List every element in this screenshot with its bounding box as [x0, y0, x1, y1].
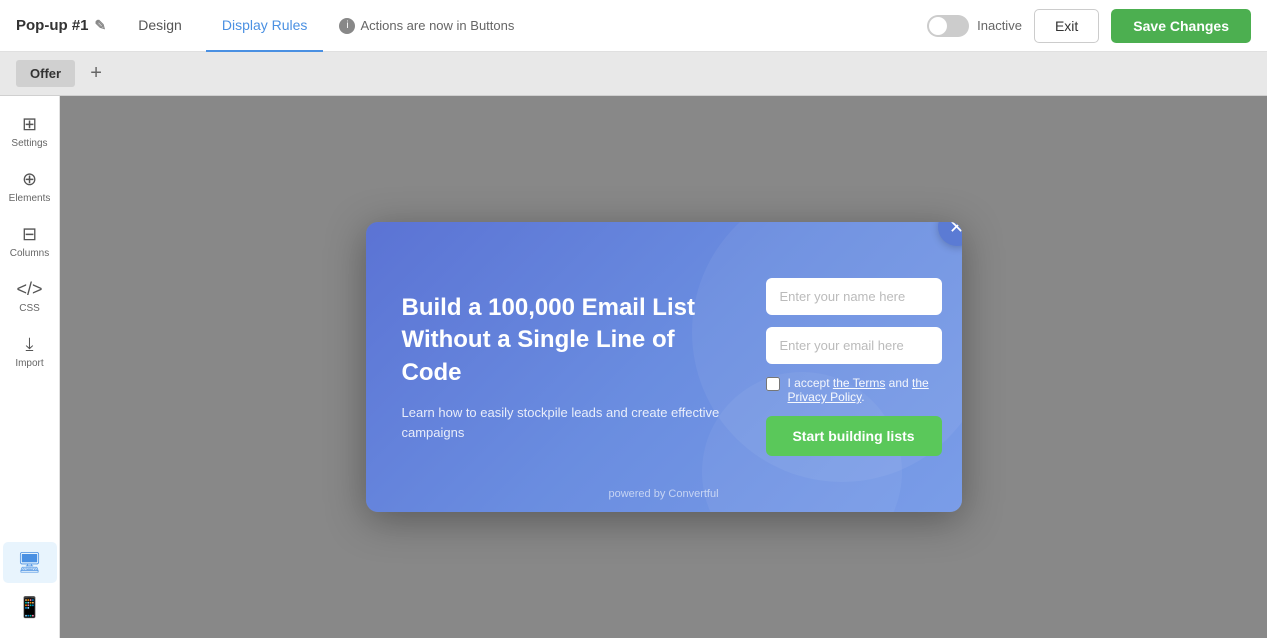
save-button[interactable]: Save Changes	[1111, 9, 1251, 43]
sidebar-item-import[interactable]: ⤓ Import	[3, 326, 57, 377]
sidebar-item-elements[interactable]: ⊕ Elements	[3, 161, 57, 212]
tab-design[interactable]: Design	[122, 0, 198, 52]
topbar-right: Inactive Exit Save Changes	[927, 9, 1251, 43]
sidebar-item-css[interactable]: </> CSS	[3, 271, 57, 322]
tab-display-rules[interactable]: Display Rules	[206, 0, 324, 52]
css-label: CSS	[19, 303, 40, 314]
import-icon: ⤓	[26, 334, 34, 355]
email-input[interactable]	[766, 327, 942, 364]
active-toggle-wrap: Inactive	[927, 15, 1022, 37]
popup-modal: Build a 100,000 Email List Without a Sin…	[366, 222, 962, 512]
settings-label: Settings	[11, 138, 47, 149]
toggle-label: Inactive	[977, 18, 1022, 33]
submit-button[interactable]: Start building lists	[766, 416, 942, 456]
sidebar-item-columns[interactable]: ⊟ Columns	[3, 216, 57, 267]
css-icon: </>	[16, 279, 42, 300]
popup-left-panel: Build a 100,000 Email List Without a Sin…	[366, 222, 752, 512]
desktop-icon: 🖥	[17, 550, 42, 575]
popup-modal-wrapper: Build a 100,000 Email List Without a Sin…	[366, 222, 962, 512]
popup-subtext: Learn how to easily stockpile leads and …	[402, 403, 724, 442]
terms-checkbox[interactable]	[766, 377, 780, 391]
elements-icon: ⊕	[22, 169, 37, 190]
sidebar: ⊞ Settings ⊕ Elements ⊟ Columns </> CSS …	[0, 96, 60, 638]
checkbox-text: I accept the Terms and the Privacy Polic…	[788, 376, 942, 404]
active-toggle[interactable]	[927, 15, 969, 37]
elements-label: Elements	[9, 193, 51, 204]
desktop-view-button[interactable]: 🖥	[3, 542, 57, 583]
topbar: Pop-up #1 ✎ Design Display Rules i Actio…	[0, 0, 1267, 52]
mobile-icon: 📱	[17, 595, 42, 620]
columns-label: Columns	[10, 248, 49, 259]
terms-checkbox-row: I accept the Terms and the Privacy Polic…	[766, 376, 942, 404]
add-offer-button[interactable]: +	[83, 61, 109, 87]
exit-button[interactable]: Exit	[1034, 9, 1099, 43]
edit-title-icon[interactable]: ✎	[95, 17, 107, 34]
offer-tab[interactable]: Offer	[16, 60, 75, 87]
popup-right-panel: I accept the Terms and the Privacy Polic…	[752, 222, 962, 512]
columns-icon: ⊟	[22, 224, 37, 245]
actions-notice: i Actions are now in Buttons	[339, 18, 514, 34]
mobile-view-button[interactable]: 📱	[3, 587, 57, 628]
terms-link[interactable]: the Terms	[833, 376, 885, 390]
import-label: Import	[15, 358, 43, 369]
popup-title-area: Pop-up #1 ✎	[16, 17, 106, 34]
popup-title-text: Pop-up #1	[16, 17, 89, 34]
name-input[interactable]	[766, 278, 942, 315]
offerbar: Offer +	[0, 52, 1267, 96]
settings-icon: ⊞	[22, 114, 37, 135]
device-switchers: 🖥 📱	[3, 542, 57, 638]
popup-headline: Build a 100,000 Email List Without a Sin…	[402, 292, 724, 389]
info-icon: i	[339, 18, 355, 34]
sidebar-item-settings[interactable]: ⊞ Settings	[3, 106, 57, 157]
canvas[interactable]: Build a 100,000 Email List Without a Sin…	[60, 96, 1267, 638]
main-area: ⊞ Settings ⊕ Elements ⊟ Columns </> CSS …	[0, 96, 1267, 638]
